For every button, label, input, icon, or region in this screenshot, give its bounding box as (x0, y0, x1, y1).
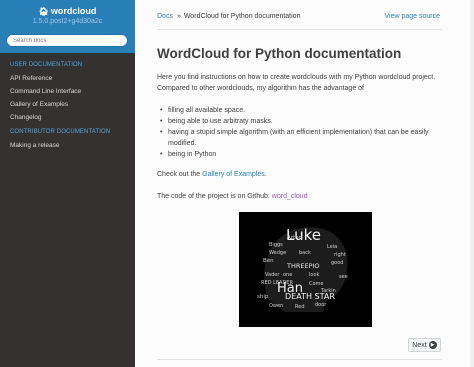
sidebar-item-api-reference[interactable]: API Reference (10, 75, 52, 82)
wc-word: DEATH STAR (285, 292, 335, 301)
circle-arrow-right-icon: ▶︎ (428, 341, 437, 349)
list-item: having a stupid simple algorithm (with a… (157, 127, 443, 149)
wc-word: Biggs (269, 242, 283, 248)
divider (157, 359, 442, 360)
wordcloud-graphic: Artoo Luke Biggs Leia Wedge back Ben THR… (239, 212, 372, 327)
breadcrumb-docs-link[interactable]: Docs (157, 13, 173, 20)
wc-word: Owen (269, 303, 283, 309)
wc-word: Luke (286, 226, 321, 244)
project-home-link[interactable]: 🏠︎ wordcloud (0, 6, 135, 16)
wc-word: one (283, 272, 292, 278)
wordcloud-image: Artoo Luke Biggs Leia Wedge back Ben THR… (239, 212, 372, 327)
wc-word: Come (309, 281, 324, 287)
wc-word: Wedge (269, 250, 286, 256)
wc-word: ship (257, 294, 269, 300)
caption-contributor-documentation: Contributor Documentation (10, 129, 111, 135)
breadcrumb: Docs» WordCloud for Python documentation (157, 13, 300, 20)
github-paragraph: The code of the project is on Github: wo… (157, 191, 442, 202)
checkout-paragraph: Check out the Gallery of Examples. (157, 169, 442, 180)
wc-word: THREEPIO (286, 262, 320, 270)
caption-user-documentation: User Documentation (10, 62, 83, 68)
wc-word: Ben (263, 258, 274, 264)
github-prefix: The code of the project is on Github: (157, 193, 272, 200)
wc-word: see (339, 274, 348, 280)
search-input[interactable] (6, 34, 128, 47)
wc-word: back (299, 250, 311, 256)
view-page-source-link[interactable]: View page source (384, 13, 440, 20)
advantages-list: filling all available space. being able … (157, 105, 443, 160)
breadcrumb-separator: » (176, 13, 181, 20)
content-border (470, 0, 474, 367)
checkout-prefix: Check out the (157, 171, 203, 178)
wc-word: right (334, 252, 346, 258)
next-button[interactable]: Next ▶︎ (408, 338, 441, 352)
wc-word: door (315, 302, 327, 308)
list-item: filling all available space. (157, 105, 443, 116)
list-item: being in Python (157, 149, 443, 160)
version-label: 1.5.0.post2+g4d30a2c (32, 18, 103, 25)
wc-word: Vader (265, 272, 280, 278)
sidebar: 🏠︎wordcloud 1.5.0.post2+g4d30a2c User Do… (0, 0, 135, 367)
breadcrumb-current: WordCloud for Python documentation (183, 13, 301, 20)
next-label: Next (412, 341, 427, 349)
wc-word: look (309, 272, 320, 278)
divider (157, 29, 442, 30)
intro-paragraph: Here you find instructions on how to cre… (157, 74, 436, 92)
page-title: WordCloud for Python documentation (157, 46, 402, 61)
sidebar-item-command-line-interface[interactable]: Command Line Interface (10, 88, 81, 95)
wc-word: good (331, 260, 343, 266)
sidebar-item-gallery-of-examples[interactable]: Gallery of Examples (10, 101, 68, 108)
wc-word: Red (295, 304, 305, 310)
list-item: being able to use arbitraty masks. (157, 116, 443, 127)
wc-word: Leia (327, 244, 337, 250)
checkout-suffix: . (264, 171, 267, 178)
sidebar-item-changelog[interactable]: Changelog (10, 114, 41, 121)
sidebar-header: 🏠︎ wordcloud 1.5.0.post2+g4d30a2c (0, 0, 135, 53)
home-icon: 🏠︎ (38, 7, 49, 16)
main-content: Docs» WordCloud for Python documentation … (135, 0, 474, 367)
sidebar-item-making-a-release[interactable]: Making a release (10, 142, 60, 149)
github-link[interactable]: word_cloud (272, 193, 308, 200)
gallery-link[interactable]: Gallery of Examples (202, 171, 265, 178)
project-name: wordcloud (50, 6, 97, 16)
